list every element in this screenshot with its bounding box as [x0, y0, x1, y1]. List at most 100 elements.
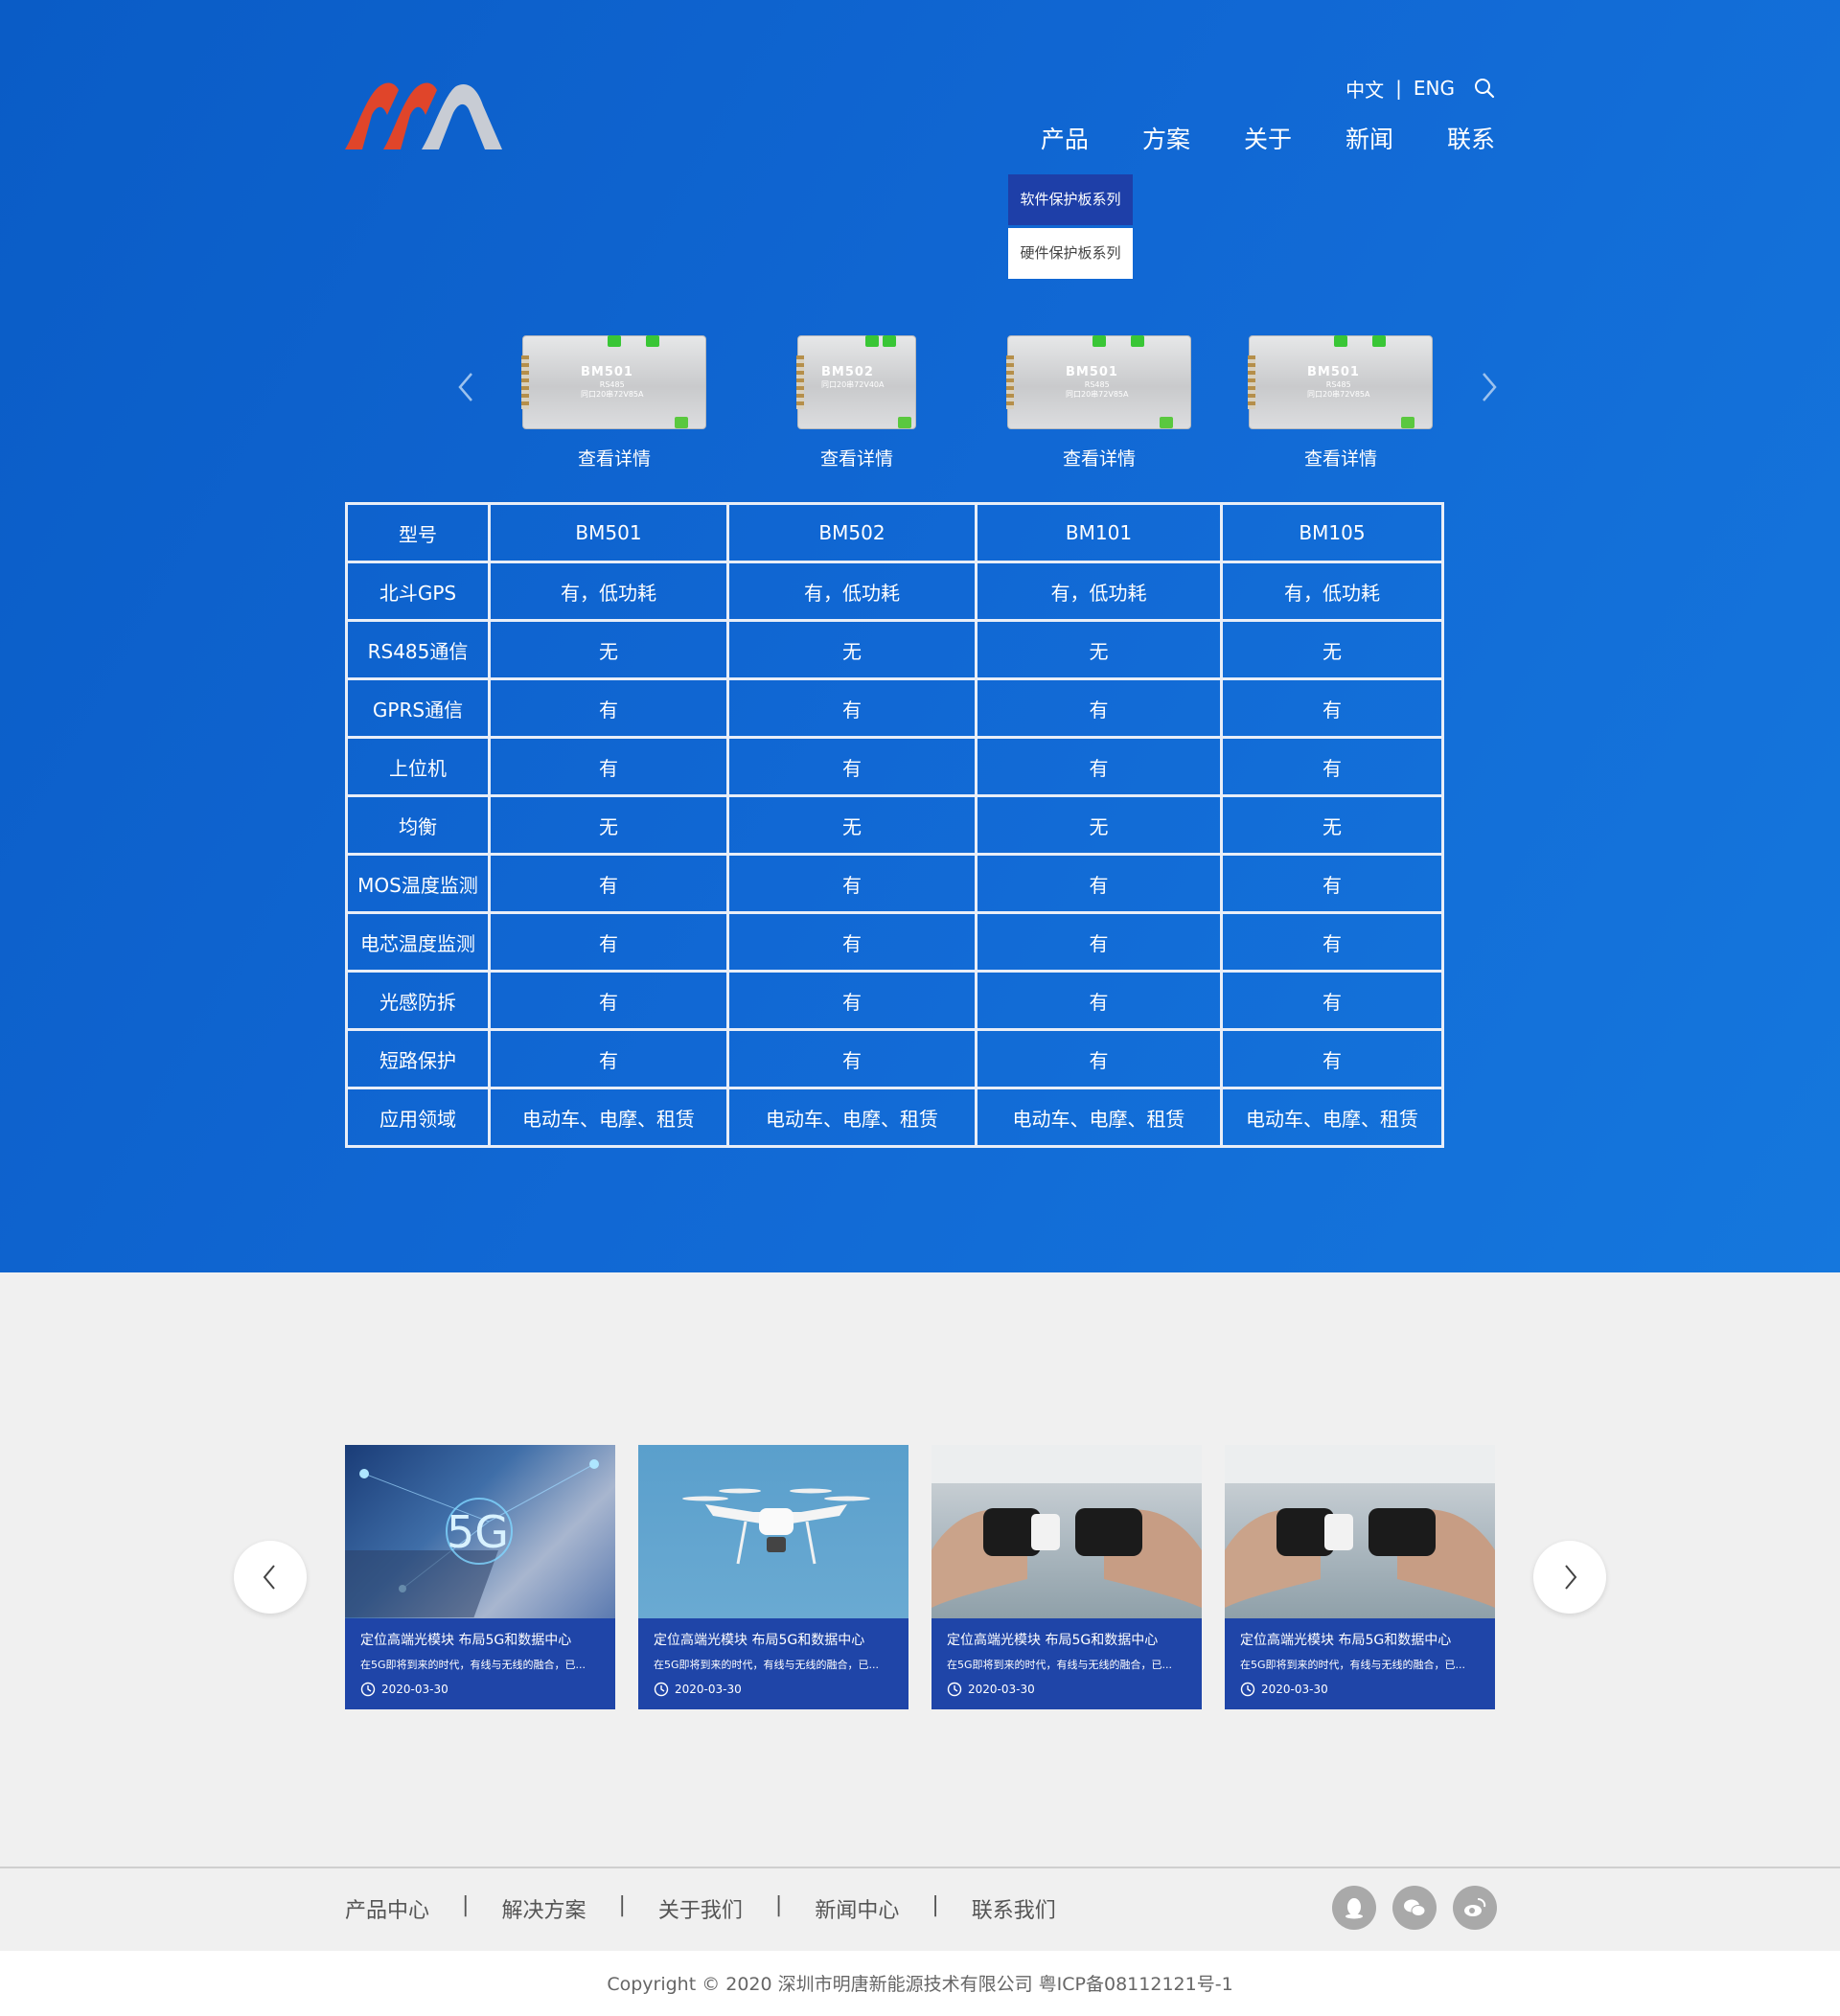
table-row: GPRS通信有有有有: [345, 677, 1444, 739]
table-cell: 无: [1220, 619, 1444, 680]
table-cell: 无: [488, 619, 729, 680]
news-card[interactable]: 定位高端光模块 布局5G和数据中心 在5G即将到来的时代，有线与无线的融合，已.…: [1225, 1445, 1495, 1709]
table-row: 上位机有有有有: [345, 736, 1444, 797]
lang-separator: |: [1395, 77, 1402, 100]
news-image-connector: [932, 1445, 1202, 1618]
table-cell: 有: [726, 677, 978, 739]
table-header-cell: BM101: [975, 502, 1223, 563]
news-title: 定位高端光模块 布局5G和数据中心: [654, 1633, 865, 1648]
drone-graphic: [682, 1488, 870, 1565]
table-cell: 应用领域: [345, 1087, 491, 1148]
main-nav: 产品 方案 关于 新闻 联系: [987, 121, 1495, 159]
table-cell: 有: [1220, 1028, 1444, 1089]
nav-contact[interactable]: 联系: [1447, 121, 1495, 159]
hero-section: 中文 | ENG 产品 方案 关于 新闻 联系 软件保护板系列 硬件保护板系列: [0, 0, 1840, 1272]
table-cell: RS485通信: [345, 619, 491, 680]
product-image: BM501 RS485 同口20串72V85A: [521, 335, 706, 429]
dropdown-item-hardware[interactable]: 硬件保护板系列: [1008, 228, 1133, 279]
weibo-button[interactable]: [1453, 1886, 1497, 1930]
table-row: 短路保护有有有有: [345, 1028, 1444, 1089]
news-title: 定位高端光模块 布局5G和数据中心: [1240, 1633, 1452, 1648]
clock-icon: [947, 1682, 962, 1697]
news-image-5g: 5G: [345, 1445, 615, 1618]
table-cell: 有: [488, 736, 729, 797]
footer-link-news[interactable]: 新闻中心: [815, 1893, 899, 1924]
table-cell: 有: [488, 853, 729, 914]
copyright-text: Copyright © 2020 深圳市明唐新能源技术有限公司 粤ICP备081…: [607, 1974, 1233, 1995]
product-prev-arrow-icon[interactable]: [452, 368, 481, 406]
product-card[interactable]: BM502 同口20串72V40A 查看详情: [761, 335, 953, 470]
product-card[interactable]: BM501 RS485 同口20串72V85A 查看详情: [1245, 335, 1437, 470]
wechat-icon: [1404, 1899, 1426, 1916]
table-cell: 电动车、电摩、租赁: [975, 1087, 1223, 1148]
footer-link-solutions[interactable]: 解决方案: [501, 1893, 586, 1924]
product-spec-print: 同口20串72V40A: [821, 380, 885, 389]
table-cell: 无: [1220, 794, 1444, 856]
product-model-print: BM502: [821, 365, 874, 379]
news-image-5g-label: 5G: [447, 1506, 509, 1558]
table-cell: 有: [975, 736, 1223, 797]
news-card[interactable]: 定位高端光模块 布局5G和数据中心 在5G即将到来的时代，有线与无线的融合，已.…: [932, 1445, 1202, 1709]
table-cell: 有: [1220, 736, 1444, 797]
view-details-link[interactable]: 查看详情: [1003, 445, 1195, 470]
footer-separator: |: [618, 1893, 626, 1917]
table-cell: 电动车、电摩、租赁: [726, 1087, 978, 1148]
dropdown-item-software[interactable]: 软件保护板系列: [1008, 174, 1133, 225]
nav-about[interactable]: 关于: [1244, 121, 1292, 159]
product-model-print: BM501: [1307, 365, 1360, 379]
table-row: 应用领域 电动车、电摩、租赁 电动车、电摩、租赁 电动车、电摩、租赁 电动车、电摩、租赁: [345, 1087, 1444, 1148]
lang-english-link[interactable]: ENG: [1414, 77, 1455, 100]
table-cell: 电芯温度监测: [345, 911, 491, 973]
news-desc: 在5G即将到来的时代，有线与无线的融合，已...: [360, 1659, 586, 1671]
clock-icon: [654, 1682, 669, 1697]
news-date: 2020-03-30: [654, 1682, 908, 1697]
footer-link-contact[interactable]: 联系我们: [972, 1893, 1056, 1924]
view-details-link[interactable]: 查看详情: [1245, 445, 1437, 470]
table-row: 均衡无无无无: [345, 794, 1444, 856]
news-prev-button[interactable]: [234, 1541, 307, 1614]
table-cell: 有: [488, 911, 729, 973]
nav-solutions[interactable]: 方案: [1142, 121, 1190, 159]
nav-products[interactable]: 产品: [1041, 121, 1089, 159]
product-model-print: BM501: [581, 365, 633, 379]
footer-nav: 产品中心 | 解决方案 | 关于我们 | 新闻中心 | 联系我们: [345, 1893, 1056, 1924]
product-card[interactable]: BM501 RS485 同口20串72V85A 查看详情: [518, 335, 710, 470]
footer-divider: [0, 1867, 1840, 1868]
footer-link-products[interactable]: 产品中心: [345, 1893, 429, 1924]
language-switcher: 中文 | ENG: [1346, 75, 1495, 102]
news-card[interactable]: 定位高端光模块 布局5G和数据中心 在5G即将到来的时代，有线与无线的融合，已.…: [638, 1445, 908, 1709]
table-cell: 有: [975, 911, 1223, 973]
product-next-arrow-icon[interactable]: [1474, 368, 1503, 406]
table-cell: MOS温度监测: [345, 853, 491, 914]
company-logo[interactable]: [345, 77, 502, 149]
table-cell: 有: [975, 1028, 1223, 1089]
table-cell: 有: [488, 1028, 729, 1089]
clock-icon: [1240, 1682, 1255, 1697]
nav-news[interactable]: 新闻: [1346, 121, 1393, 159]
news-desc: 在5G即将到来的时代，有线与无线的融合，已...: [1240, 1659, 1466, 1671]
product-spec-print: RS485 同口20串72V85A: [581, 380, 644, 399]
lang-chinese-link[interactable]: 中文: [1346, 75, 1384, 103]
table-cell: 电动车、电摩、租赁: [488, 1087, 729, 1148]
table-cell: 有: [726, 736, 978, 797]
table-cell: 有: [726, 853, 978, 914]
footer-separator: |: [932, 1893, 939, 1917]
news-card[interactable]: 5G 定位高端光模块 布局5G和数据中心 在5G即将到来的时代，有线与无线的融合…: [345, 1445, 615, 1709]
news-date: 2020-03-30: [1240, 1682, 1495, 1697]
product-card[interactable]: BM501 RS485 同口20串72V85A 查看详情: [1003, 335, 1195, 470]
view-details-link[interactable]: 查看详情: [518, 445, 710, 470]
news-image-drone: [638, 1445, 908, 1618]
news-title: 定位高端光模块 布局5G和数据中心: [947, 1633, 1159, 1648]
view-details-link[interactable]: 查看详情: [761, 445, 953, 470]
news-next-button[interactable]: [1533, 1541, 1606, 1614]
table-cell: 均衡: [345, 794, 491, 856]
search-icon[interactable]: [1474, 78, 1495, 99]
table-cell: 有: [1220, 970, 1444, 1031]
news-date: 2020-03-30: [360, 1682, 615, 1697]
table-cell: 有: [726, 1028, 978, 1089]
footer-link-about[interactable]: 关于我们: [658, 1893, 743, 1924]
news-date-text: 2020-03-30: [381, 1683, 448, 1696]
qq-button[interactable]: [1332, 1886, 1376, 1930]
product-image: BM501 RS485 同口20串72V85A: [1006, 335, 1191, 429]
wechat-button[interactable]: [1392, 1886, 1437, 1930]
